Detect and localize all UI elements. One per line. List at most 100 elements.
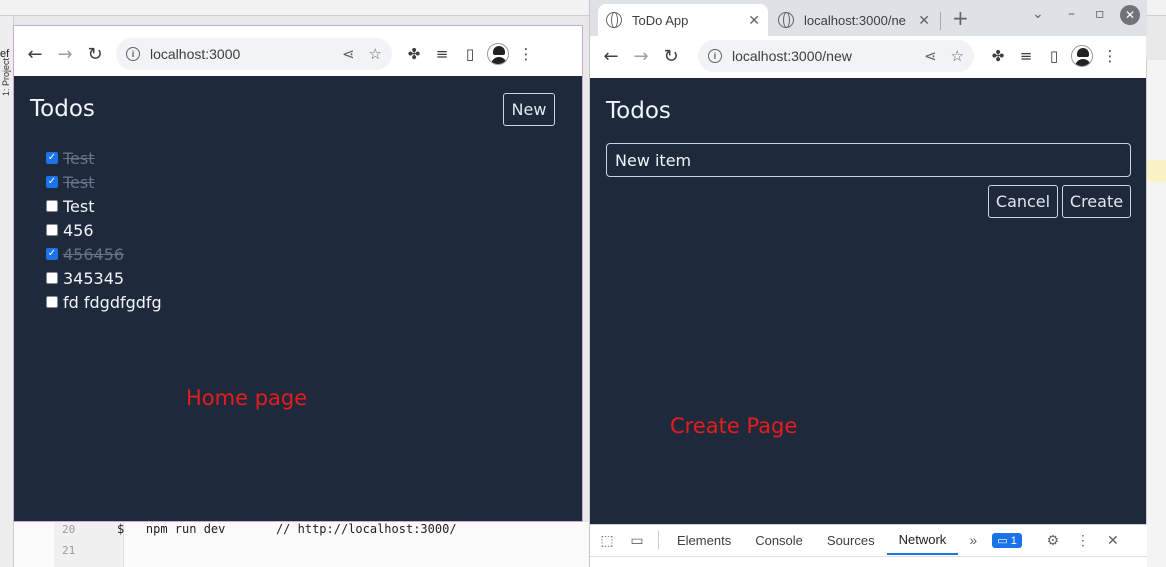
todo-checkbox[interactable]: ✓ — [46, 176, 58, 188]
todo-list: ✓ Test ✓ Test Test 456 ✓ 456456 345345 fd fdgdfgd… — [46, 146, 162, 314]
reload-icon[interactable]: ↻ — [656, 41, 686, 71]
reload-icon[interactable]: ↻ — [80, 39, 110, 69]
more-tabs-chevron-icon[interactable]: » — [958, 532, 988, 548]
page-title: Todos — [30, 96, 95, 122]
todo-text: Test — [63, 148, 95, 168]
issues-count: 1 — [1010, 534, 1017, 547]
todo-item: fd fdgdfgdfg — [46, 290, 162, 314]
device-toolbar-icon[interactable]: ▭ — [622, 532, 652, 549]
extensions-puzzle-icon[interactable]: ✤ — [984, 42, 1012, 70]
annotation-home: Home page — [186, 386, 308, 410]
new-button[interactable]: New — [503, 93, 555, 126]
todo-text: 456 — [63, 220, 94, 240]
todo-item: Test — [46, 194, 162, 218]
home-page: Todos New ✓ Test ✓ Test Test 456 ✓ 456456 345345… — [14, 76, 582, 521]
page-title: Todos — [606, 98, 671, 124]
kebab-menu-icon[interactable]: ⋮ — [1096, 42, 1124, 70]
inspect-element-icon[interactable]: ⬚ — [592, 532, 622, 549]
url-text: localhost:3000/new — [732, 48, 852, 64]
new-item-input[interactable] — [606, 143, 1131, 177]
window-close-icon[interactable]: ✕ — [1120, 5, 1140, 25]
todo-item: ✓ Test — [46, 170, 162, 194]
minimize-icon[interactable]: – — [1068, 6, 1075, 22]
todo-checkbox[interactable]: ✓ — [46, 152, 58, 164]
todo-text: 345345 — [63, 268, 125, 288]
todo-checkbox[interactable] — [46, 296, 58, 308]
annotation-create: Create Page — [670, 414, 798, 438]
code-line: $ npm run dev // http://localhost:3000/ — [117, 522, 457, 536]
highlight-strip — [1147, 160, 1166, 182]
devtools-tab-label: Console — [755, 532, 803, 548]
url-text: localhost:3000 — [150, 46, 241, 62]
tab-close-icon[interactable]: ✕ — [748, 12, 760, 29]
browser-window-create: ToDo App ✕ localhost:3000/ne ✕ + ⌄ – ▫ ✕… — [589, 0, 1147, 567]
side-panel-icon[interactable]: ▯ — [456, 40, 484, 68]
media-queue-icon[interactable]: ≡ — [428, 40, 456, 68]
share-icon[interactable]: ⋖ — [924, 47, 937, 65]
back-arrow-icon[interactable]: ← — [20, 39, 50, 69]
devtools-tab-label: Elements — [677, 532, 732, 548]
tab-search-chevron-icon[interactable]: ⌄ — [1032, 6, 1044, 22]
maximize-icon[interactable]: ▫ — [1095, 6, 1105, 22]
tab-strip: ToDo App ✕ localhost:3000/ne ✕ + ⌄ – ▫ ✕ — [590, 0, 1147, 36]
line-number: 20 — [62, 523, 76, 536]
globe-icon — [778, 12, 794, 28]
todo-text: 456456 — [63, 244, 125, 264]
tab-todo-app[interactable]: ToDo App ✕ — [598, 4, 768, 36]
todo-checkbox[interactable] — [46, 200, 58, 212]
todo-item: 345345 — [46, 266, 162, 290]
todo-text: fd fdgdfgdfg — [63, 292, 162, 312]
tab-close-icon[interactable]: ✕ — [918, 12, 930, 29]
devtools-tab-label: Sources — [826, 532, 875, 548]
site-info-icon[interactable]: i — [126, 47, 140, 61]
ide-project-tab[interactable]: 1: Project — [1, 58, 11, 96]
profile-avatar[interactable] — [1068, 42, 1096, 70]
issues-badge[interactable]: ▭ 1 — [992, 532, 1022, 548]
todo-checkbox[interactable] — [46, 272, 58, 284]
settings-gear-icon[interactable]: ⚙ — [1038, 532, 1068, 549]
create-page: Todos Cancel Create Create Page — [590, 78, 1146, 524]
tab-new[interactable]: localhost:3000/ne ✕ — [770, 4, 938, 36]
line-number: 21 — [62, 544, 76, 557]
todo-text: Test — [63, 196, 95, 216]
kebab-menu-icon[interactable]: ⋮ — [512, 40, 540, 68]
devtools-menu-icon[interactable]: ⋮ — [1068, 532, 1098, 549]
profile-avatar[interactable] — [484, 40, 512, 68]
todo-checkbox[interactable] — [46, 224, 58, 236]
media-queue-icon[interactable]: ≡ — [1012, 42, 1040, 70]
devtools-panel: ⬚ ▭ Elements Console Sources Network » ▭… — [590, 524, 1147, 567]
create-button[interactable]: Create — [1062, 185, 1131, 218]
bookmark-star-icon[interactable]: ☆ — [369, 45, 382, 63]
side-panel-icon[interactable]: ▯ — [1040, 42, 1068, 70]
devtools-tab-sources[interactable]: Sources — [815, 525, 887, 555]
devtools-tab-console[interactable]: Console — [743, 525, 815, 555]
devtools-tab-elements[interactable]: Elements — [665, 525, 743, 555]
tab-title: ToDo App — [632, 12, 689, 28]
forward-arrow-icon[interactable]: → — [50, 39, 80, 69]
forward-arrow-icon[interactable]: → — [626, 41, 656, 71]
tab-title: localhost:3000/ne — [804, 12, 906, 28]
share-icon[interactable]: ⋖ — [342, 45, 355, 63]
devtools-tab-label: Network — [898, 531, 947, 547]
todo-item: ✓ Test — [46, 146, 162, 170]
address-bar[interactable]: i localhost:3000 ⋖ ☆ — [116, 38, 392, 70]
site-info-icon[interactable]: i — [708, 49, 722, 63]
bookmark-star-icon[interactable]: ☆ — [951, 47, 964, 65]
todo-item: ✓ 456456 — [46, 242, 162, 266]
address-bar[interactable]: i localhost:3000/new ⋖ ☆ — [698, 40, 974, 72]
extensions-puzzle-icon[interactable]: ✤ — [400, 40, 428, 68]
devtools-tab-network[interactable]: Network — [886, 525, 959, 555]
ide-editor[interactable]: 20 $ npm run dev // http://localhost:300… — [14, 522, 590, 567]
back-arrow-icon[interactable]: ← — [596, 41, 626, 71]
browser-toolbar: ← → ↻ i localhost:3000 ⋖ ☆ ✤ ≡ ▯ ⋮ — [14, 34, 582, 74]
devtools-tab-bar: ⬚ ▭ Elements Console Sources Network » ▭… — [590, 525, 1147, 555]
devtools-close-icon[interactable]: ✕ — [1098, 532, 1128, 549]
ide-right-panel — [1146, 60, 1166, 567]
todo-checkbox[interactable]: ✓ — [46, 248, 58, 260]
cancel-button[interactable]: Cancel — [988, 185, 1058, 218]
devtools-divider — [658, 531, 659, 549]
avatar — [487, 43, 509, 65]
globe-icon — [606, 12, 622, 28]
tab-separator — [940, 12, 941, 30]
new-tab-icon[interactable]: + — [952, 6, 969, 30]
